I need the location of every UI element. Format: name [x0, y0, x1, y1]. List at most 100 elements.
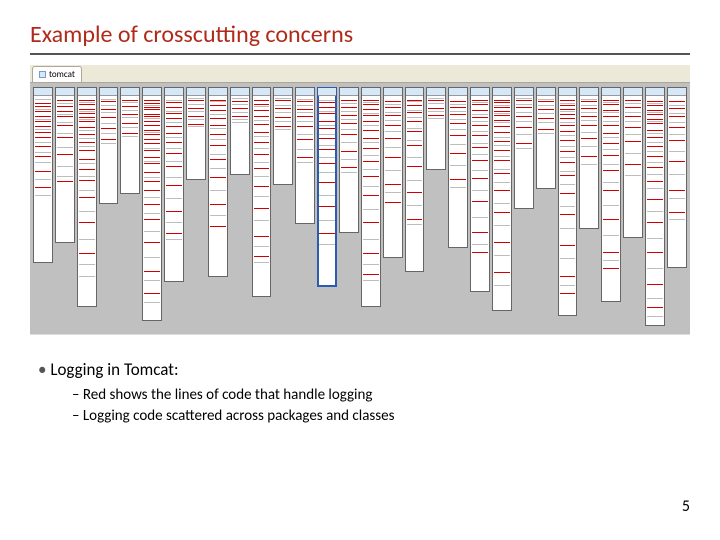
code-column[interactable]: [55, 87, 75, 243]
code-column[interactable]: [339, 87, 359, 233]
code-line: [144, 161, 160, 162]
code-line: [101, 105, 117, 106]
code-line: [647, 174, 663, 175]
code-line: [647, 298, 663, 299]
code-line: [625, 112, 641, 113]
logging-line: [647, 105, 663, 106]
code-column[interactable]: [492, 87, 512, 311]
code-column[interactable]: [317, 87, 337, 287]
code-line: [450, 119, 466, 120]
logging-line: [625, 107, 641, 108]
tab-tomcat[interactable]: tomcat: [32, 66, 82, 82]
logging-line: [647, 156, 663, 157]
code-column[interactable]: [448, 87, 468, 248]
logging-line: [210, 118, 226, 119]
logging-line: [385, 115, 401, 116]
code-line: [647, 238, 663, 239]
code-line: [254, 106, 270, 107]
code-line: [57, 133, 73, 134]
code-column[interactable]: [536, 87, 556, 189]
logging-line: [669, 116, 685, 117]
code-column[interactable]: [77, 87, 97, 307]
logging-line: [144, 190, 160, 191]
logging-line: [166, 166, 182, 167]
logging-line: [385, 157, 401, 158]
column-body: [580, 96, 598, 228]
column-body: [56, 96, 74, 242]
code-column[interactable]: [186, 87, 206, 180]
logging-line: [297, 139, 313, 140]
code-column[interactable]: [601, 87, 621, 302]
code-column[interactable]: [426, 87, 446, 170]
code-line: [538, 113, 554, 114]
code-line: [188, 126, 204, 127]
code-column[interactable]: [273, 87, 293, 185]
logging-line: [472, 160, 488, 161]
code-line: [144, 105, 160, 106]
code-line: [516, 98, 532, 99]
code-column[interactable]: [405, 87, 425, 272]
code-line: [297, 99, 313, 100]
code-line: [581, 164, 597, 165]
code-line: [79, 111, 95, 112]
logging-line: [363, 130, 379, 131]
code-line: [122, 110, 138, 111]
logging-line: [363, 222, 379, 223]
code-column[interactable]: [252, 87, 272, 297]
code-column[interactable]: [295, 87, 315, 224]
code-column[interactable]: [230, 87, 250, 175]
logging-line: [275, 108, 291, 109]
code-column[interactable]: [558, 87, 578, 316]
code-column[interactable]: [33, 87, 53, 263]
code-column[interactable]: [514, 87, 534, 209]
column-header: [427, 88, 445, 96]
code-line: [363, 113, 379, 114]
logging-line: [210, 134, 226, 135]
code-column[interactable]: [623, 87, 643, 238]
column-header: [121, 88, 139, 96]
code-line: [275, 112, 291, 113]
code-column[interactable]: [383, 87, 403, 258]
code-column[interactable]: [361, 87, 381, 307]
logging-line: [210, 110, 226, 111]
logging-line: [472, 201, 488, 202]
logging-line: [472, 178, 488, 179]
code-line: [210, 128, 226, 129]
logging-line: [57, 100, 73, 101]
column-body: [362, 96, 380, 306]
code-column[interactable]: [99, 87, 119, 204]
code-column[interactable]: [470, 87, 490, 292]
code-column[interactable]: [142, 87, 162, 321]
code-line: [254, 176, 270, 177]
code-column[interactable]: [645, 87, 665, 326]
code-line: [341, 111, 357, 112]
code-line: [647, 121, 663, 122]
logging-line: [625, 116, 641, 117]
page-number: 5: [682, 497, 690, 516]
code-line: [210, 190, 226, 191]
code-column[interactable]: [208, 87, 228, 277]
logging-line: [363, 148, 379, 149]
logging-line: [647, 307, 663, 308]
code-column[interactable]: [164, 87, 184, 282]
code-column[interactable]: [120, 87, 140, 194]
code-column[interactable]: [667, 87, 687, 268]
logging-line: [363, 274, 379, 275]
code-line: [407, 128, 423, 129]
logging-line: [625, 164, 641, 165]
code-line: [516, 112, 532, 113]
column-body: [646, 96, 664, 325]
code-line: [210, 168, 226, 169]
code-line: [516, 134, 532, 135]
code-line: [385, 147, 401, 148]
column-body: [449, 96, 467, 247]
code-column[interactable]: [579, 87, 599, 229]
code-line: [319, 125, 335, 126]
logging-line: [210, 100, 226, 101]
code-line: [166, 198, 182, 199]
code-line: [144, 302, 160, 303]
logging-line: [625, 141, 641, 142]
code-line: [385, 131, 401, 132]
logging-line: [144, 150, 160, 151]
column-header: [56, 88, 74, 96]
